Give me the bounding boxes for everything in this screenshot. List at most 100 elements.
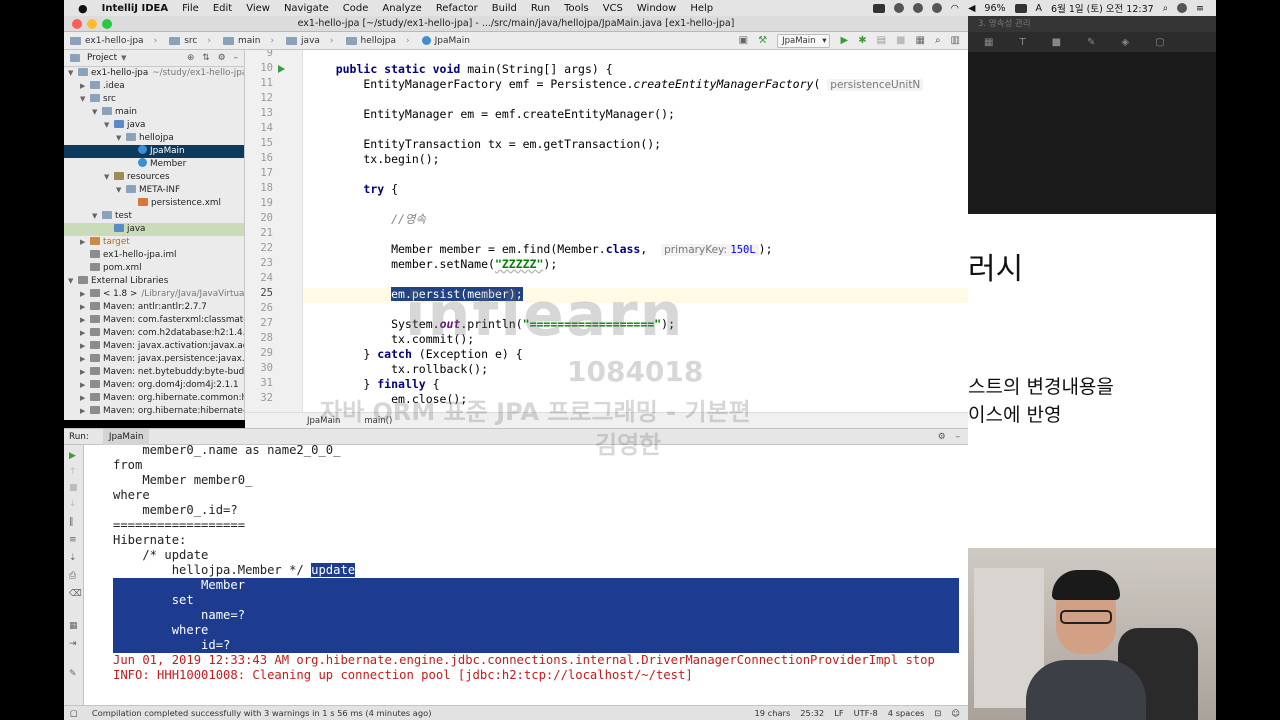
- scroll-end-icon[interactable]: ⇣: [69, 553, 77, 563]
- stop-icon[interactable]: ■: [896, 35, 905, 46]
- tree-item[interactable]: ▶ target: [64, 236, 244, 249]
- arrow-down-icon[interactable]: ↓: [69, 499, 77, 509]
- menu-analyze[interactable]: Analyze: [382, 3, 421, 14]
- tree-item[interactable]: ▶ Maven: antlr:antlr:2.7.7: [64, 301, 244, 314]
- tree-item[interactable]: ▼ test: [64, 210, 244, 223]
- chevron-down-icon[interactable]: ▼: [104, 119, 114, 132]
- project-structure-icon[interactable]: ▦: [915, 35, 924, 46]
- comment-icon[interactable]: ▢: [1155, 37, 1164, 48]
- input-source[interactable]: A: [1036, 3, 1043, 14]
- layout-icon[interactable]: ▥: [951, 35, 960, 46]
- tree-item[interactable]: pom.xml: [64, 262, 244, 275]
- crumb-src[interactable]: src: [163, 32, 217, 50]
- tree-item[interactable]: ▼ resources: [64, 171, 244, 184]
- chevron-right-icon[interactable]: ▶: [80, 392, 90, 405]
- chevron-down-icon[interactable]: ▼: [121, 54, 126, 62]
- menu-run[interactable]: Run: [531, 3, 550, 14]
- hide-icon[interactable]: –: [234, 53, 238, 63]
- chevron-right-icon[interactable]: ▶: [80, 353, 90, 366]
- project-view-select[interactable]: Project: [87, 53, 117, 63]
- gear-icon[interactable]: ⚙: [218, 53, 226, 63]
- tree-item[interactable]: ▶ Maven: net.bytebuddy:byte-budd: [64, 366, 244, 379]
- chevron-right-icon[interactable]: ▶: [80, 379, 90, 392]
- menu-build[interactable]: Build: [492, 3, 517, 14]
- shape-icon[interactable]: ■: [1052, 37, 1061, 48]
- chevron-down-icon[interactable]: ▼: [92, 106, 102, 119]
- chevron-right-icon[interactable]: ▶: [80, 327, 90, 340]
- tree-item[interactable]: ▶ Maven: org.hibernate:hibernate-c: [64, 405, 244, 418]
- layout-icon[interactable]: ▦: [69, 621, 78, 631]
- chevron-down-icon[interactable]: ▼: [68, 67, 78, 80]
- lock-icon[interactable]: ⊡: [934, 708, 941, 718]
- hide-icon[interactable]: –: [956, 432, 960, 442]
- tree-item[interactable]: ▼ main: [64, 106, 244, 119]
- status-app-icon[interactable]: [872, 3, 885, 13]
- text-icon[interactable]: T: [1019, 37, 1025, 48]
- apple-menu-icon[interactable]: ●: [78, 2, 88, 15]
- tree-item[interactable]: ▼ External Libraries: [64, 275, 244, 288]
- run-config-select[interactable]: JpaMain: [777, 33, 831, 48]
- tree-item[interactable]: ▶ .idea: [64, 80, 244, 93]
- media-icon[interactable]: ◈: [1121, 37, 1129, 48]
- tree-item[interactable]: persistence.xml: [64, 197, 244, 210]
- tree-item[interactable]: Member: [64, 158, 244, 171]
- chevron-right-icon[interactable]: ▶: [80, 314, 90, 327]
- tree-item[interactable]: ▶ Maven: com.h2database:h2:1.4.19: [64, 327, 244, 340]
- chevron-down-icon[interactable]: ▼: [104, 171, 114, 184]
- chevron-right-icon[interactable]: ▶: [80, 301, 90, 314]
- tree-item[interactable]: ▼ java: [64, 119, 244, 132]
- crumb-class[interactable]: JpaMain: [307, 416, 340, 426]
- tree-item[interactable]: JpaMain: [64, 145, 244, 158]
- crumb-hellojpa[interactable]: hellojpa: [340, 32, 416, 50]
- menu-file[interactable]: File: [182, 3, 199, 14]
- menu-window[interactable]: Window: [637, 3, 676, 14]
- chevron-down-icon[interactable]: ▼: [68, 275, 78, 288]
- soft-wrap-icon[interactable]: ≡: [69, 535, 77, 545]
- volume-icon[interactable]: ◀: [968, 3, 975, 14]
- search-icon[interactable]: ⌕: [935, 35, 941, 46]
- menu-help[interactable]: Help: [690, 3, 713, 14]
- event-log-icon[interactable]: ▢: [70, 708, 78, 718]
- cloud-icon[interactable]: [912, 3, 923, 13]
- bluetooth-icon[interactable]: [931, 3, 942, 13]
- menu-code[interactable]: Code: [343, 3, 369, 14]
- hammer-icon[interactable]: ⚒: [758, 35, 767, 46]
- menu-vcs[interactable]: VCS: [603, 3, 623, 14]
- tree-item[interactable]: ▼ META-INF: [64, 184, 244, 197]
- pin-icon[interactable]: ✎: [69, 669, 77, 679]
- chevron-right-icon[interactable]: ▶: [80, 236, 90, 249]
- tree-item[interactable]: ▼ hellojpa: [64, 132, 244, 145]
- chevron-down-icon[interactable]: ▼: [116, 184, 126, 197]
- tree-item[interactable]: ▼ src: [64, 93, 244, 106]
- debug-icon[interactable]: ✱: [858, 35, 866, 46]
- gear-icon[interactable]: ⚙: [938, 432, 946, 442]
- coverage-icon[interactable]: ▤: [877, 35, 886, 46]
- menu-edit[interactable]: Edit: [213, 3, 232, 14]
- chevron-down-icon[interactable]: ▼: [92, 210, 102, 223]
- spotlight-icon[interactable]: ⌕: [1163, 3, 1168, 14]
- locate-icon[interactable]: ⊕: [187, 53, 194, 63]
- pen-icon[interactable]: ✎: [1087, 37, 1095, 48]
- battery-percent[interactable]: 96%: [984, 3, 1005, 14]
- indent-setting[interactable]: 4 spaces: [888, 708, 925, 718]
- tree-item[interactable]: ▶ Maven: javax.persistence:javax.pe: [64, 353, 244, 366]
- menu-refactor[interactable]: Refactor: [436, 3, 478, 14]
- notification-center-icon[interactable]: ≡: [1196, 3, 1204, 14]
- table-icon[interactable]: ▦: [984, 37, 993, 48]
- run-tab-jpamain[interactable]: JpaMain: [102, 428, 150, 445]
- user-avatar-icon[interactable]: [1177, 3, 1188, 13]
- print-icon[interactable]: ⎙: [69, 571, 76, 581]
- menu-view[interactable]: View: [246, 3, 270, 14]
- tree-item[interactable]: ▶ Maven: org.dom4j:dom4j:2.1.1: [64, 379, 244, 392]
- run-icon[interactable]: ▶: [840, 35, 848, 46]
- collapse-icon[interactable]: ⇅: [202, 53, 209, 63]
- wifi-icon[interactable]: ◠: [951, 3, 959, 14]
- crumb-main[interactable]: main: [217, 32, 280, 50]
- chevron-down-icon[interactable]: ▼: [116, 132, 126, 145]
- menu-navigate[interactable]: Navigate: [284, 3, 329, 14]
- chevron-right-icon[interactable]: ▶: [80, 80, 90, 93]
- menu-tools[interactable]: Tools: [564, 3, 589, 14]
- crumb-project[interactable]: ex1-hello-jpa: [64, 32, 163, 50]
- crumb-java[interactable]: java: [280, 32, 339, 50]
- run-gutter-icon[interactable]: [278, 65, 285, 73]
